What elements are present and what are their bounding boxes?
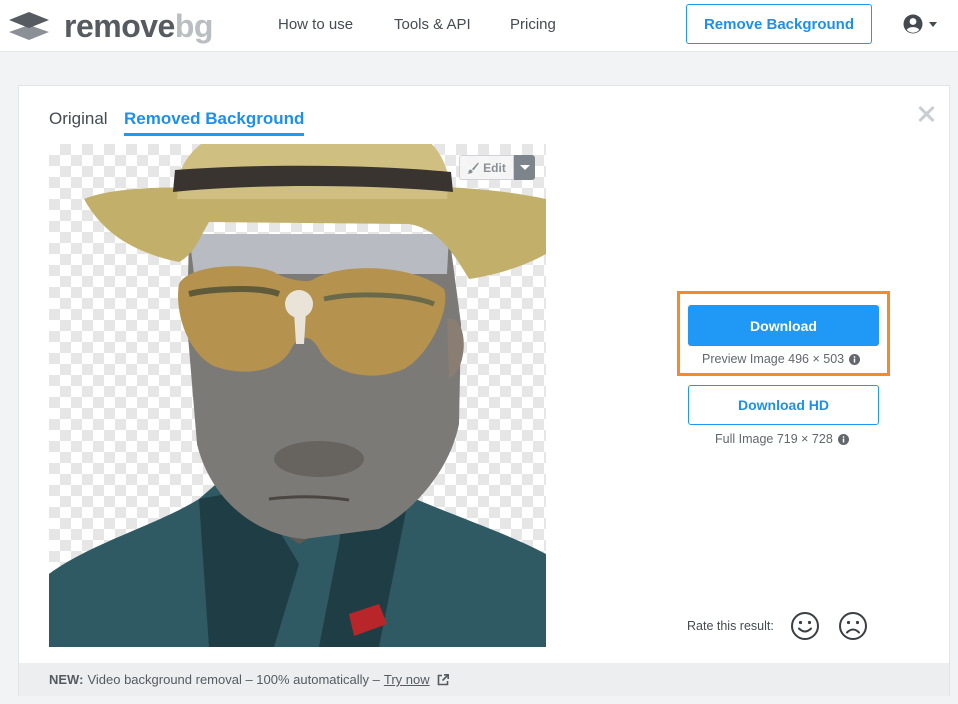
external-link-icon[interactable] — [437, 673, 449, 686]
result-image-preview: Edit — [49, 144, 546, 647]
chevron-down-icon — [519, 165, 530, 170]
nav-how-to-use[interactable]: How to use — [278, 16, 353, 34]
layers-icon — [9, 12, 49, 40]
download-hd-button[interactable]: Download HD — [688, 385, 879, 425]
banner-prefix: NEW: — [49, 672, 84, 687]
preview-image-info: Preview Image 496 × 503 — [702, 351, 861, 367]
frown-icon[interactable] — [838, 611, 868, 641]
full-image-size: Full Image 719 × 728 — [715, 432, 833, 446]
smile-icon[interactable] — [790, 611, 820, 641]
nav-pricing[interactable]: Pricing — [510, 16, 556, 34]
info-icon[interactable] — [837, 433, 849, 445]
remove-background-button[interactable]: Remove Background — [686, 4, 872, 44]
edit-label: Edit — [483, 160, 506, 175]
brand-name: removebg — [64, 8, 213, 44]
top-navigation: removebg How to use Tools & API Pricing … — [0, 0, 958, 52]
try-now-link[interactable]: Try now — [384, 672, 430, 687]
rating-label: Rate this result: — [687, 619, 774, 633]
rating-section: Rate this result: — [687, 611, 886, 641]
tab-removed-background[interactable]: Removed Background — [124, 108, 305, 136]
chevron-down-icon — [929, 21, 937, 27]
nav-tools-api[interactable]: Tools & API — [394, 16, 471, 34]
preview-image-size: Preview Image 496 × 503 — [702, 352, 845, 366]
info-icon[interactable] — [849, 353, 861, 365]
tab-original[interactable]: Original — [49, 108, 108, 130]
cutout-portrait-image — [49, 144, 546, 647]
brand-logo[interactable]: removebg — [8, 9, 213, 43]
announcement-banner: NEW: Video background removal – 100% aut… — [19, 663, 949, 696]
brush-icon — [467, 162, 479, 174]
banner-message: Video background removal – 100% automati… — [87, 672, 380, 687]
edit-button[interactable]: Edit — [459, 155, 514, 180]
result-card: Original Removed Background Edit Downloa… — [18, 85, 950, 696]
close-icon[interactable] — [916, 104, 936, 124]
account-menu[interactable] — [903, 14, 937, 34]
user-circle-icon — [903, 14, 923, 34]
download-button[interactable]: Download — [688, 305, 879, 346]
edit-dropdown-toggle[interactable] — [514, 155, 535, 180]
full-image-info: Full Image 719 × 728 — [715, 431, 849, 447]
edit-button-group: Edit — [459, 155, 535, 180]
